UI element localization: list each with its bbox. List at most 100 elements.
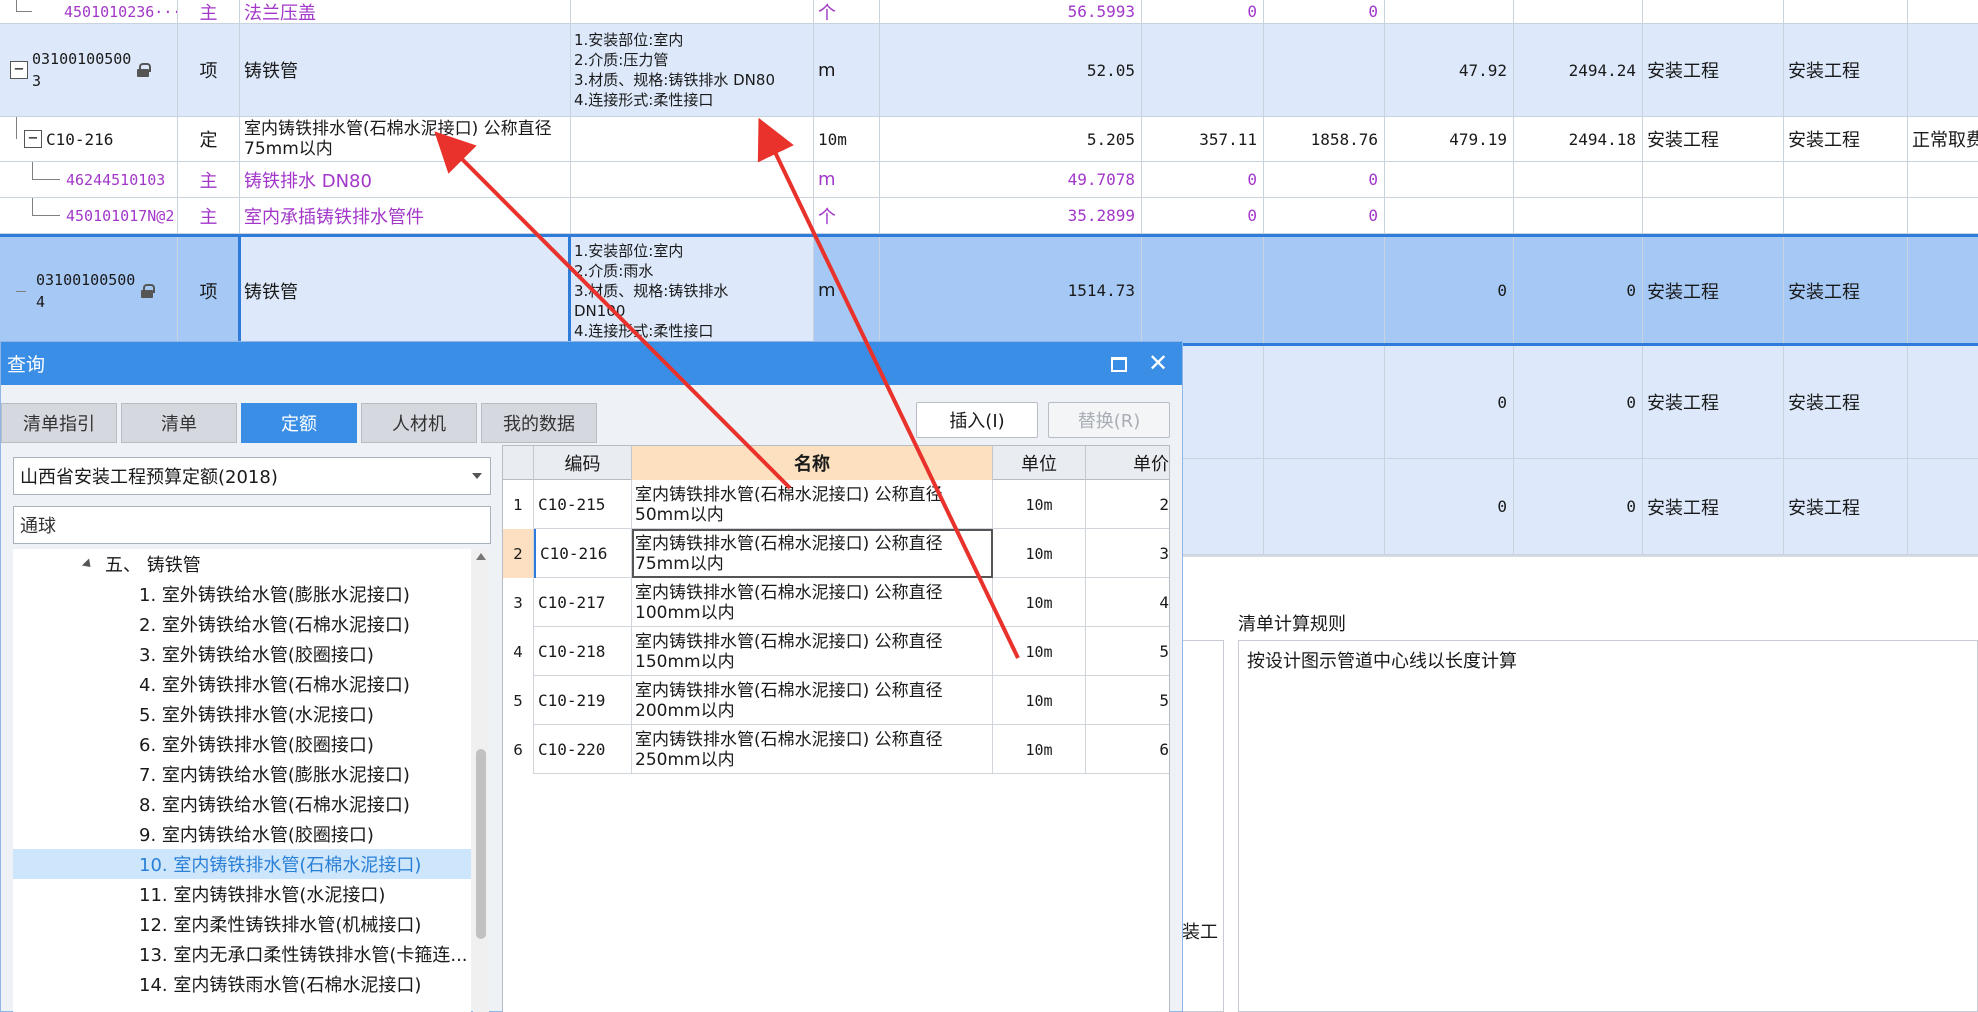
row-c3: 479.19 <box>1385 117 1514 161</box>
row-c1: 0 <box>1142 162 1264 197</box>
row-qty: 52.05 <box>880 24 1142 116</box>
table-header: 编码 名称 单位 单价 <box>503 446 1169 480</box>
row-c2: 0 <box>1264 198 1385 233</box>
row-c6: 安装工程 <box>1784 346 1908 458</box>
row-type: 主 <box>178 198 240 233</box>
tree-item[interactable]: 6. 室外铸铁排水管(胶圈接口) <box>13 729 471 759</box>
tree-item[interactable]: 1. 室外铸铁给水管(膨胀水泥接口) <box>13 579 471 609</box>
row-name: 室内铸铁排水管(石棉水泥接口) 公称直径75mm以内 <box>240 117 571 161</box>
row-name: 室内铸铁排水管(石棉水泥接口) 公称直径 250mm以内 <box>632 725 993 774</box>
tree-section[interactable]: 五、 铸铁管 <box>13 549 471 579</box>
row-c6: 安装工程 <box>1784 236 1908 345</box>
calc-rule-box[interactable]: 按设计图示管道中心线以长度计算 <box>1238 640 1978 1012</box>
row-index: 2 <box>503 529 534 578</box>
row-code: 46244510103 <box>62 162 178 197</box>
row-price: 5 <box>1159 691 1169 710</box>
table-row[interactable]: − C10-216 定 室内铸铁排水管(石棉水泥接口) 公称直径75mm以内 1… <box>0 117 1978 162</box>
collapse-toggle[interactable]: − <box>24 130 42 148</box>
tree-item[interactable]: 12. 室内柔性铸铁排水管(机械接口) <box>13 909 471 939</box>
col-price[interactable]: 单价 <box>1086 446 1169 480</box>
row-name: 室内铸铁排水管(石棉水泥接口) 公称直径 100mm以内 <box>632 578 993 627</box>
tab-bill[interactable]: 清单 <box>121 403 237 443</box>
row-unit: m <box>814 236 880 345</box>
row-name[interactable]: 室内铸铁排水管(石棉水泥接口) 公称直径 75mm以内 <box>632 529 993 578</box>
scroll-up-icon[interactable] <box>476 553 486 560</box>
row-c5: 安装工程 <box>1643 346 1784 458</box>
tab-quota[interactable]: 定额 <box>241 403 357 443</box>
quota-library-select[interactable]: 山西省安装工程预算定额(2018) <box>13 457 491 495</box>
row-feature: 1.安装部位:室内 2.介质:压力管 3.材质、规格:铸铁排水 DN80 4.连… <box>571 24 814 116</box>
lock-icon <box>141 283 156 298</box>
row-qty: 35.2899 <box>880 198 1142 233</box>
col-name[interactable]: 名称 <box>632 446 993 480</box>
row-unit: 个 <box>814 198 880 233</box>
row-c1: 0 <box>1142 198 1264 233</box>
row-price: 2 <box>1159 495 1169 514</box>
collapse-toggle[interactable]: − <box>10 61 28 79</box>
table-row[interactable]: 5 C10-219 室内铸铁排水管(石棉水泥接口) 公称直径 200mm以内 10… <box>503 676 1169 725</box>
tab-my-data[interactable]: 我的数据 <box>481 403 597 443</box>
row-name: 室内铸铁排水管(石棉水泥接口) 公称直径 50mm以内 <box>632 480 993 529</box>
row-index: 1 <box>503 480 534 529</box>
row-unit: 10m <box>993 578 1086 627</box>
tree-item[interactable]: 8. 室内铸铁给水管(石棉水泥接口) <box>13 789 471 819</box>
table-row-current[interactable]: 2 C10-216 室内铸铁排水管(石棉水泥接口) 公称直径 75mm以内 10m… <box>503 529 1169 578</box>
table-row[interactable]: 4 C10-218 室内铸铁排水管(石棉水泥接口) 公称直径 150mm以内 10… <box>503 627 1169 676</box>
row-unit: m <box>814 162 880 197</box>
row-name: 铸铁排水 DN80 <box>240 162 571 197</box>
row-code-line2: 4 <box>36 292 46 311</box>
row-code: C10-216 <box>534 529 632 578</box>
row-c4: 2494.24 <box>1514 24 1643 116</box>
table-row[interactable]: 450101017N@2 主 室内承插铸铁排水管件 个 35.2899 0 0 <box>0 198 1978 234</box>
tree-item[interactable]: 11. 室内铸铁排水管(水泥接口) <box>13 879 471 909</box>
row-unit: 10m <box>993 529 1086 578</box>
row-qty: 5.205 <box>880 117 1142 161</box>
row-feature: 1.安装部位:室内 2.介质:雨水 3.材质、规格:铸铁排水 DN100 4.连… <box>571 236 814 345</box>
row-qty: 49.7078 <box>880 162 1142 197</box>
row-type: 主 <box>178 162 240 197</box>
row-code: C10-217 <box>534 578 632 627</box>
close-icon[interactable]: ✕ <box>1146 350 1170 376</box>
lock-icon <box>137 63 152 77</box>
row-index: 5 <box>503 676 534 725</box>
col-code[interactable]: 编码 <box>534 446 632 480</box>
tab-labor-material[interactable]: 人材机 <box>361 403 477 443</box>
table-row[interactable]: 4501010236··· 主 法兰压盖 个 56.5993 0 0 <box>0 0 1978 24</box>
side-panel-text: 装工 <box>1182 922 1218 943</box>
tree-item[interactable]: 9. 室内铸铁给水管(胶圈接口) <box>13 819 471 849</box>
dialog-titlebar[interactable]: 查询 ✕ <box>1 342 1182 385</box>
tree-item-selected[interactable]: 10. 室内铸铁排水管(石棉水泥接口) <box>13 849 471 879</box>
row-c5: 安装工程 <box>1643 236 1784 345</box>
row-qty: 1514.73 <box>880 236 1142 345</box>
row-type: 主 <box>178 0 240 23</box>
table-row[interactable]: 46244510103 主 铸铁排水 DN80 m 49.7078 0 0 <box>0 162 1978 198</box>
replace-button[interactable]: 替换(R) <box>1048 402 1170 438</box>
maximize-icon[interactable] <box>1108 353 1128 373</box>
table-row-selected[interactable]: 03100100500 4 项 铸铁管 1.安装部位:室内 2.介质:雨水 3.… <box>0 236 1978 346</box>
row-price: 5 <box>1159 642 1169 661</box>
calc-rule-text: 按设计图示管道中心线以长度计算 <box>1247 651 1517 672</box>
tree-item[interactable]: 3. 室外铸铁给水管(胶圈接口) <box>13 639 471 669</box>
row-type: 定 <box>178 117 240 161</box>
calc-rule-title: 清单计算规则 <box>1238 614 1346 635</box>
tree-item[interactable]: 2. 室外铸铁给水管(石棉水泥接口) <box>13 609 471 639</box>
insert-button[interactable]: 插入(I) <box>916 402 1038 438</box>
table-row[interactable]: 1 C10-215 室内铸铁排水管(石棉水泥接口) 公称直径 50mm以内 10m… <box>503 480 1169 529</box>
col-unit[interactable]: 单位 <box>993 446 1086 480</box>
scroll-thumb[interactable] <box>476 749 486 939</box>
tree-item[interactable]: 5. 室外铸铁排水管(水泥接口) <box>13 699 471 729</box>
table-row[interactable]: 6 C10-220 室内铸铁排水管(石棉水泥接口) 公称直径 250mm以内 10… <box>503 725 1169 774</box>
tree-scrollbar[interactable] <box>473 549 489 1012</box>
tree-item[interactable]: 4. 室外铸铁排水管(石棉水泥接口) <box>13 669 471 699</box>
row-price: 6 <box>1159 740 1169 759</box>
tree-item[interactable]: 7. 室内铸铁给水管(膨胀水泥接口) <box>13 759 471 789</box>
tree-item[interactable]: 14. 室内铸铁雨水管(石棉水泥接口) <box>13 969 471 999</box>
row-code-line1: 03100100500 <box>32 50 132 68</box>
tab-bill-guide[interactable]: 清单指引 <box>1 403 117 443</box>
table-row[interactable]: − 03100100500 3 项 铸铁管 1.安装部位:室内 2.介质:压力管… <box>0 24 1978 117</box>
row-name[interactable]: 铸铁管 <box>240 236 571 345</box>
row-c4: 0 <box>1514 236 1643 345</box>
tree-item[interactable]: 13. 室内无承口柔性铸铁排水管(卡箍连... <box>13 939 471 969</box>
search-input[interactable] <box>13 506 491 544</box>
table-row[interactable]: 3 C10-217 室内铸铁排水管(石棉水泥接口) 公称直径 100mm以内 10… <box>503 578 1169 627</box>
